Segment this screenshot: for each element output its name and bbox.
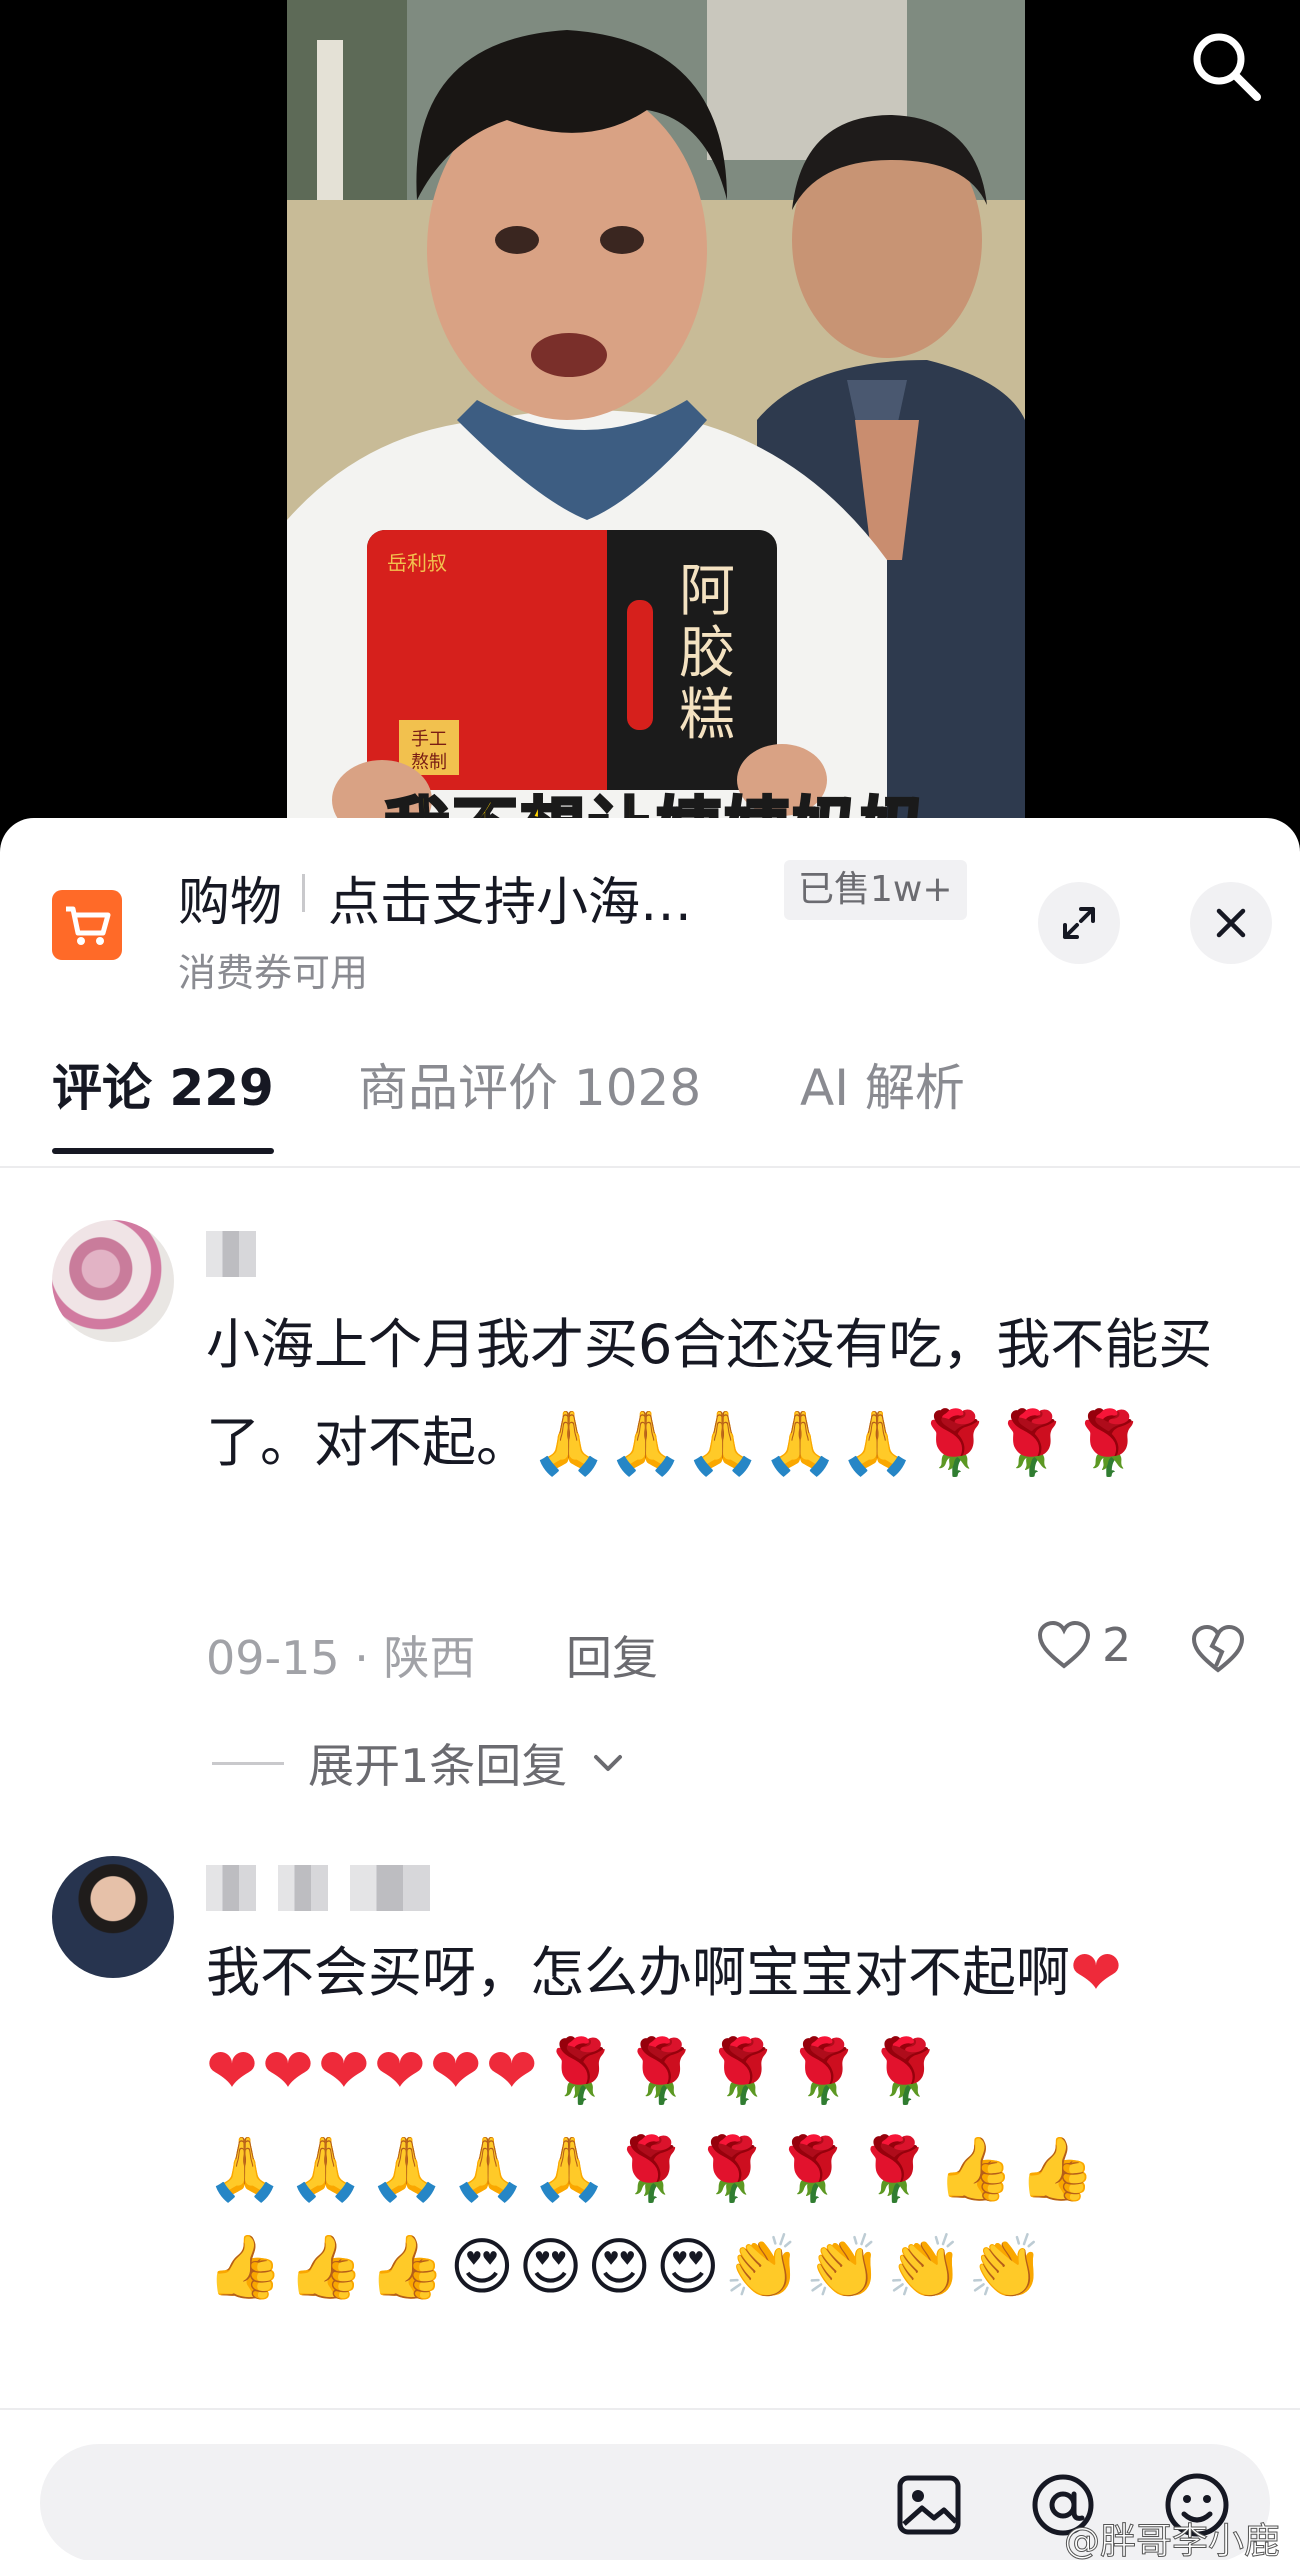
product-tag: 购物: [178, 873, 283, 933]
reply-button[interactable]: 回复: [566, 1622, 658, 1688]
mosaic-block: [206, 1865, 256, 1911]
svg-text:胶: 胶: [679, 621, 735, 686]
coupon-text: 消费券可用: [178, 951, 369, 995]
divider: [212, 1761, 284, 1765]
svg-text:岳利叔: 岳利叔: [387, 551, 447, 575]
video-frame: 岳利叔 手工 熬制 阿 胶 糕 我不想让姨姨妈妈: [287, 0, 1025, 830]
divider: [302, 874, 305, 912]
comment-text: 我不会买呀，怎么办啊宝宝对不起啊❤ ❤❤❤❤❤❤🌹🌹🌹🌹🌹 🙏🙏🙏🙏🙏🌹🌹🌹🌹👍…: [206, 1924, 1266, 2316]
svg-text:糕: 糕: [679, 683, 735, 748]
broken-heart-icon: [1191, 1624, 1245, 1673]
video-player[interactable]: 岳利叔 手工 熬制 阿 胶 糕 我不想让姨姨妈妈: [0, 0, 1300, 830]
avatar[interactable]: [52, 1220, 174, 1342]
product-comment-panel: 购物 点击支持小海… 已售1w+ 消费券可用 评论 229 商品评价 1028 …: [0, 818, 1300, 2560]
sold-badge: 已售1w+: [784, 860, 967, 920]
product-box: 岳利叔 手工 熬制 阿 胶 糕: [367, 530, 777, 790]
svg-text:手工: 手工: [411, 729, 447, 750]
comment-meta: 09-15 · 陕西: [206, 1631, 476, 1685]
comment-emojis: ❤: [1070, 1936, 1122, 2009]
comment-emojis: 🙏🙏🙏🙏🙏🌹🌹🌹: [530, 1406, 1148, 1479]
comment-emojis: ❤❤❤❤❤❤🌹🌹🌹🌹🌹: [206, 2034, 948, 2107]
mosaic-block: [350, 1865, 430, 1911]
comment-body: 我不会买呀，怎么办啊宝宝对不起啊: [206, 1941, 1070, 2004]
close-icon: [1216, 908, 1246, 938]
expand-icon: [1063, 907, 1095, 939]
svg-text:熬制: 熬制: [411, 752, 447, 773]
product-title[interactable]: 点击支持小海…: [328, 860, 692, 935]
heart-icon: [1037, 1620, 1091, 1669]
avatar[interactable]: [52, 1856, 174, 1978]
image-button[interactable]: [892, 2468, 966, 2542]
comment-emojis: 👍👍👍😍😍😍😍👏👏👏👏: [206, 2230, 1049, 2303]
tab-ai-analysis[interactable]: AI 解析: [800, 1028, 965, 1148]
watermark: @胖哥李小鹿: [1063, 2521, 1280, 2560]
expand-button[interactable]: [1038, 882, 1120, 964]
tab-product-reviews[interactable]: 商品评价 1028: [358, 1028, 701, 1148]
expand-replies-button[interactable]: 展开1条回复: [212, 1730, 625, 1796]
like-button[interactable]: 2: [1036, 1618, 1131, 1672]
expand-replies-label: 展开1条回复: [308, 1739, 568, 1793]
username-redacted[interactable]: [206, 1864, 430, 1912]
close-button[interactable]: [1190, 882, 1272, 964]
mosaic-block: [278, 1865, 328, 1911]
product-bar[interactable]: 购物 点击支持小海… 已售1w+ 消费券可用: [0, 818, 1300, 1018]
image-icon: [897, 2475, 961, 2535]
shopping-cart-icon: [52, 890, 122, 960]
username-redacted[interactable]: [206, 1230, 256, 1278]
comment-text: 小海上个月我才买6合还没有吃，我不能买了。对不起。🙏🙏🙏🙏🙏🌹🌹🌹: [206, 1296, 1266, 1492]
chevron-down-icon: [594, 1755, 623, 1771]
video-scene: 岳利叔 手工 熬制 阿 胶 糕: [287, 0, 1025, 830]
comment-emojis: 🙏🙏🙏🙏🙏🌹🌹🌹🌹👍👍: [206, 2132, 1100, 2205]
search-icon: [1193, 33, 1261, 101]
tab-comments[interactable]: 评论 229: [52, 1028, 274, 1154]
svg-text:阿: 阿: [679, 559, 735, 624]
tab-bar: 评论 229 商品评价 1028 AI 解析: [0, 1028, 1300, 1168]
comment-location: 陕西: [383, 1631, 476, 1685]
dislike-button[interactable]: [1190, 1624, 1246, 1678]
search-button[interactable]: [1180, 20, 1270, 110]
like-count: 2: [1102, 1618, 1132, 1672]
mosaic-block: [206, 1231, 256, 1277]
comment-date: 09-15: [206, 1631, 340, 1685]
